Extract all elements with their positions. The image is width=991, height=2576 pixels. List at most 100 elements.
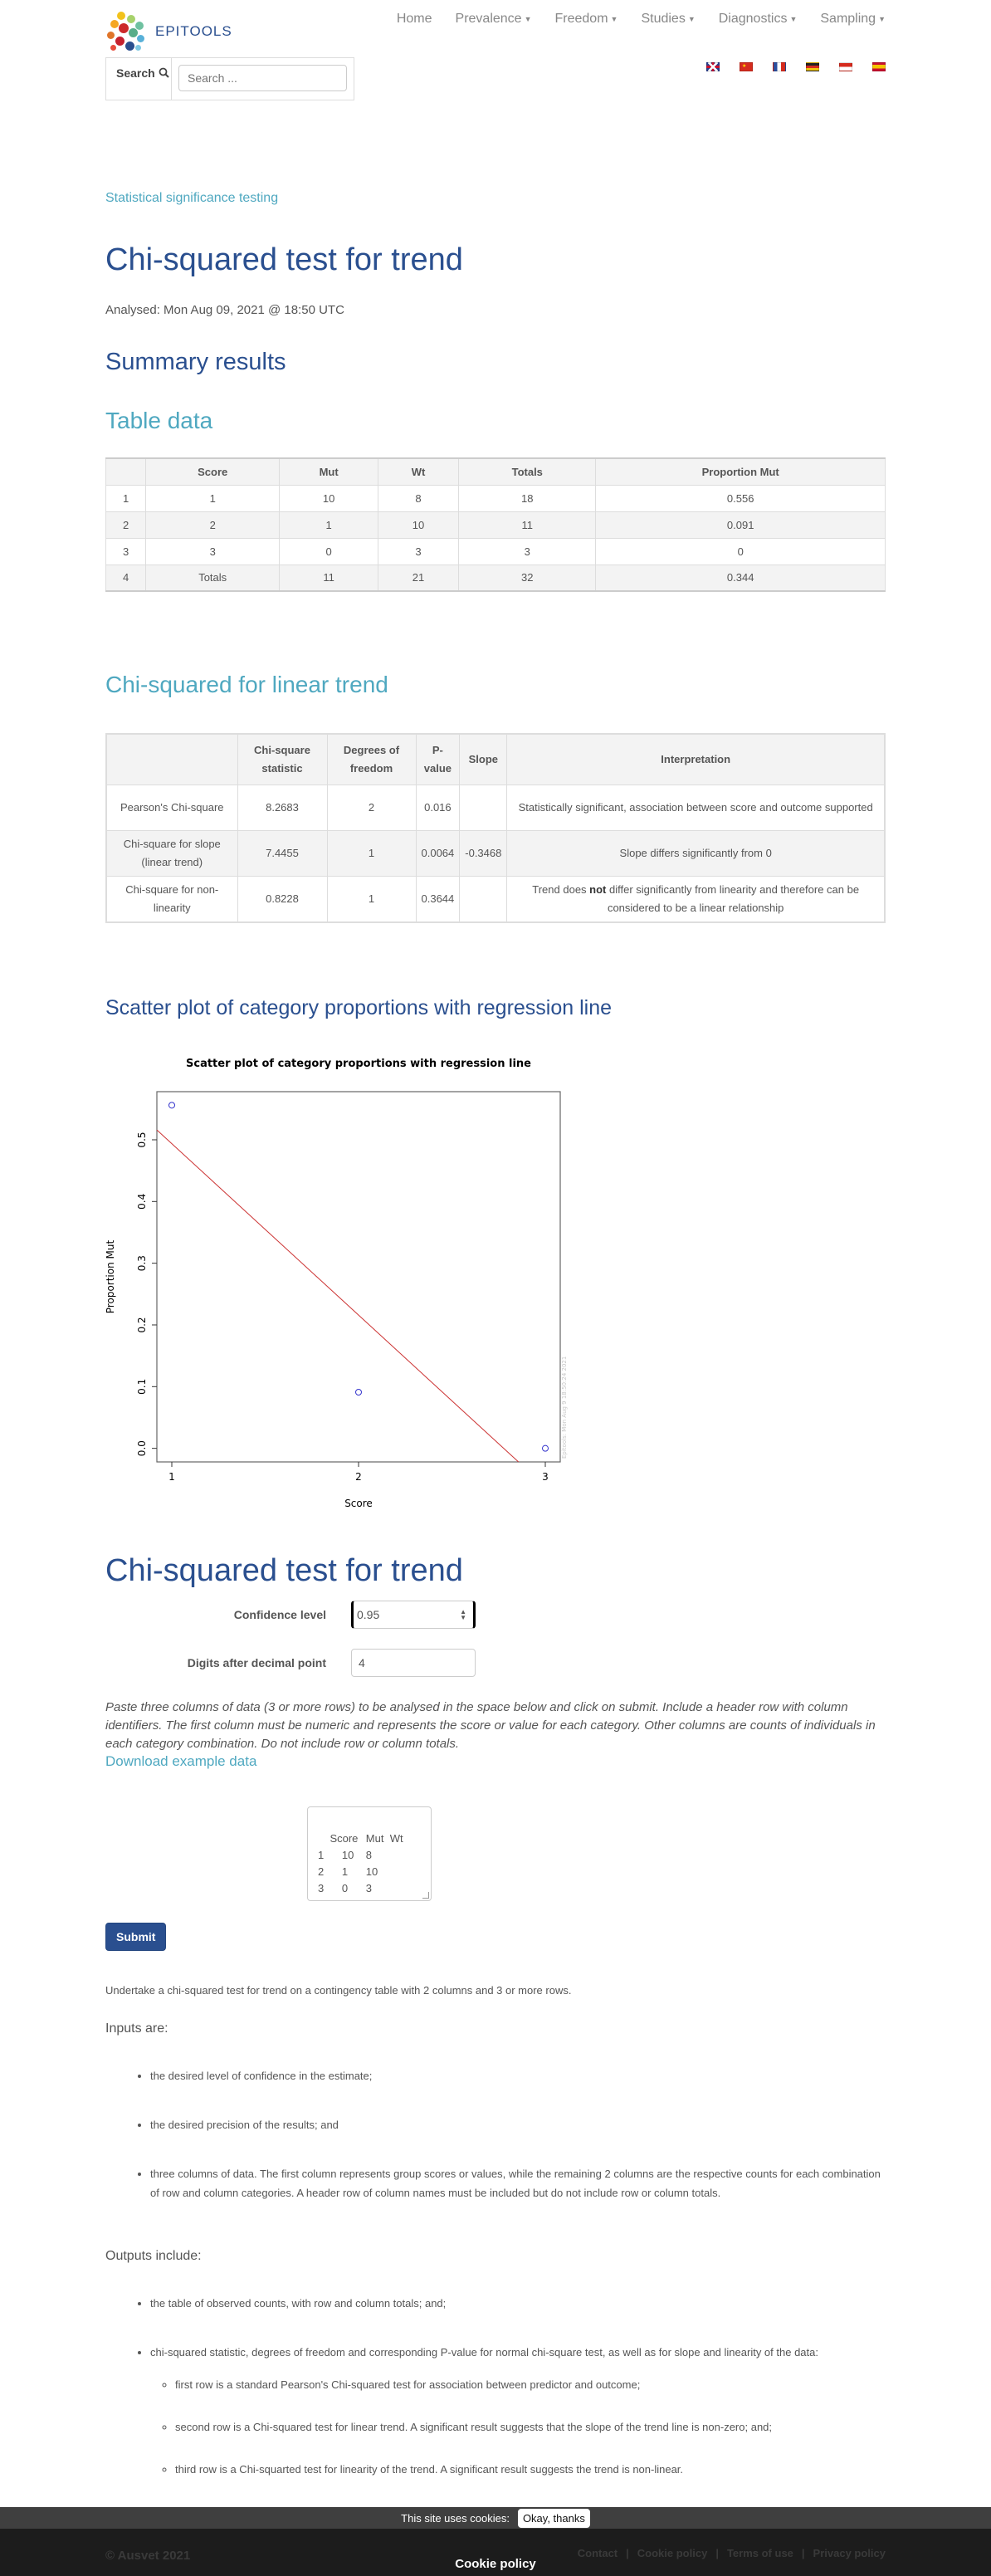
- table-cell-df: 1: [326, 830, 417, 877]
- table-cell: 2: [105, 511, 146, 539]
- list-item: the table of observed counts, with row a…: [150, 2294, 886, 2313]
- x-tick-label: 3: [542, 1471, 549, 1483]
- textarea-content: Score Mut Wt 1 10 8 2 1 10 3 0 3: [318, 1831, 403, 1894]
- table-cell: 0: [279, 537, 378, 565]
- x-axis-label: Score: [344, 1498, 373, 1509]
- scatter-heading: Scatter plot of category proportions wit…: [105, 995, 613, 1019]
- column-header: Totals: [458, 457, 597, 486]
- table-cell: 0.556: [595, 484, 886, 512]
- list-item: three columns of data. The first column …: [150, 2164, 886, 2202]
- page-title: Chi-squared test for trend: [105, 242, 463, 277]
- linear-trend-heading: Chi-squared for linear trend: [105, 672, 388, 697]
- table-cell: 11: [458, 511, 597, 539]
- table-row: Chi-square for non-linearity 0.8228 1 0.364…: [105, 876, 886, 922]
- table-cell-slope: [459, 876, 508, 922]
- download-example-link[interactable]: Download example data: [105, 1753, 256, 1770]
- table-cell: 10: [279, 484, 378, 512]
- nav-label: Freedom: [554, 12, 608, 26]
- table-cell-p: 0.3644: [415, 876, 461, 922]
- logo-text: EPITOOLS: [155, 23, 232, 39]
- cookie-text: This site uses cookies:: [401, 2511, 510, 2525]
- flag-french-icon[interactable]: [773, 62, 786, 71]
- x-tick-label: 2: [355, 1471, 362, 1483]
- table-cell: 1: [105, 484, 146, 512]
- nav-item-studies[interactable]: Studies ▼: [629, 12, 706, 27]
- y-tick-label: 0.2: [136, 1317, 148, 1332]
- table-cell: Totals: [144, 564, 281, 592]
- table-cell: 32: [458, 564, 597, 592]
- table-row: 330330: [105, 537, 886, 565]
- nav-item-freedom[interactable]: Freedom ▼: [544, 12, 630, 27]
- instructions: Paste three columns of data (3 or more r…: [105, 1699, 876, 1751]
- flag-german-icon[interactable]: [806, 62, 819, 71]
- table-row: 1 1 10 8 18 0.556: [105, 484, 886, 512]
- breadcrumb[interactable]: Statistical significance testing: [105, 191, 886, 206]
- caret-down-icon: ▼: [524, 14, 532, 23]
- form-title: Chi-squared test for trend: [105, 1552, 463, 1588]
- flag-indonesian-icon[interactable]: [839, 62, 852, 71]
- table-cell: 21: [377, 564, 460, 592]
- nav-label: Diagnostics: [718, 12, 788, 26]
- nav-item-home[interactable]: Home: [385, 12, 444, 27]
- data-textarea[interactable]: Score Mut Wt 1 10 8 2 1 10 3 0 3: [307, 1806, 432, 1901]
- column-header: Score: [144, 457, 281, 486]
- column-header: Wt: [377, 457, 460, 486]
- flag-english-icon[interactable]: [706, 62, 720, 71]
- column-header: Degrees of freedom: [326, 733, 417, 785]
- column-header: Chi-square statistic: [237, 733, 328, 785]
- epitools-logo[interactable]: EPITOOLS: [105, 10, 232, 53]
- inputs-heading: Inputs are:: [105, 2021, 168, 2036]
- interpretation-text: Statistically significant, association b…: [518, 801, 873, 814]
- sub-list-item: third row is a Chi-squarted test for lin…: [175, 2460, 886, 2479]
- submit-button[interactable]: Submit: [105, 1922, 167, 1951]
- y-axis-label: Proportion Mut: [105, 1239, 116, 1313]
- y-tick-label: 0.5: [136, 1132, 148, 1147]
- table-cell-p: 0.016: [415, 785, 461, 831]
- linear-trend-table: Chi-square statistic Degrees of freedom P-…: [105, 733, 886, 923]
- table-data-heading: Table data: [105, 408, 213, 433]
- table-cell: 8: [377, 484, 460, 512]
- nav-label: Prevalence: [455, 12, 522, 26]
- column-header: Mut: [279, 457, 378, 486]
- analysed-timestamp: Analysed: Mon Aug 09, 2021 @ 18:50 UTC: [105, 303, 344, 317]
- contingency-table: Score Mut Wt Totals Proportion Mut 1 1 10 8 18 0.…: [105, 457, 886, 592]
- main-nav: Home Prevalence ▼ Freedom ▼ Studies ▼ Diagnosti…: [385, 12, 886, 27]
- chart-title: Scatter plot of category proportions wit…: [186, 1058, 531, 1070]
- data-point: [355, 1388, 362, 1396]
- cookie-accept-button[interactable]: Okay, thanks: [517, 2508, 590, 2528]
- list-item: the desired precision of the results; an…: [150, 2115, 886, 2134]
- table-cell-slope: -0.3468: [459, 830, 508, 877]
- outputs-heading: Outputs include:: [105, 2248, 202, 2263]
- scatter-plot-svg: Scatter plot of category proportions wit…: [105, 1058, 568, 1509]
- interpretation-text: differ significantly from linearity and …: [606, 882, 860, 914]
- confidence-select[interactable]: 0.95 ▲ ▼: [351, 1600, 476, 1629]
- table-cell: 10: [377, 511, 460, 539]
- search-input[interactable]: [178, 65, 347, 91]
- scatter-plot: Scatter plot of category proportions wit…: [105, 1052, 570, 1533]
- site-header: EPITOOLS Home Prevalence ▼ Freedom ▼ Studies ▼…: [105, 0, 886, 108]
- search-label-text: Search: [116, 66, 155, 80]
- flag-chinese-icon[interactable]: ★: [740, 62, 753, 71]
- summary-heading: Summary results: [105, 349, 286, 375]
- y-tick-label: 0.3: [136, 1255, 148, 1271]
- plot-frame: [156, 1090, 561, 1463]
- nav-item-prevalence[interactable]: Prevalence ▼: [444, 12, 544, 27]
- interpretation-text: Slope differs significantly from 0: [619, 847, 772, 859]
- caret-down-icon: ▼: [789, 14, 798, 23]
- output-sublist: first row is a standard Pearson's Chi-sq…: [150, 2375, 886, 2479]
- resize-grip-icon[interactable]: [422, 1891, 429, 1899]
- search-icon: [159, 67, 169, 78]
- list-item: the desired level of confidence in the e…: [150, 2066, 886, 2085]
- caret-down-icon: ▼: [610, 14, 618, 23]
- cookie-policy-link[interactable]: Cookie policy: [0, 2557, 991, 2571]
- nav-item-diagnostics[interactable]: Diagnostics ▼: [707, 12, 809, 27]
- plot-watermark: Epitools: Mon Aug 9 18:50:24 2021: [561, 1356, 568, 1458]
- digits-input[interactable]: [351, 1648, 476, 1677]
- nav-item-sampling[interactable]: Sampling ▼: [808, 12, 886, 27]
- table-row: Chi-square for slope (linear trend) 7.445…: [105, 830, 886, 877]
- sub-list-item: first row is a standard Pearson's Chi-sq…: [175, 2375, 886, 2394]
- flag-spanish-icon[interactable]: [872, 62, 886, 71]
- table-cell-df: 1: [326, 876, 417, 922]
- regression-line: [156, 1129, 520, 1462]
- confidence-row: Confidence level 0.95 ▲ ▼: [105, 1600, 886, 1629]
